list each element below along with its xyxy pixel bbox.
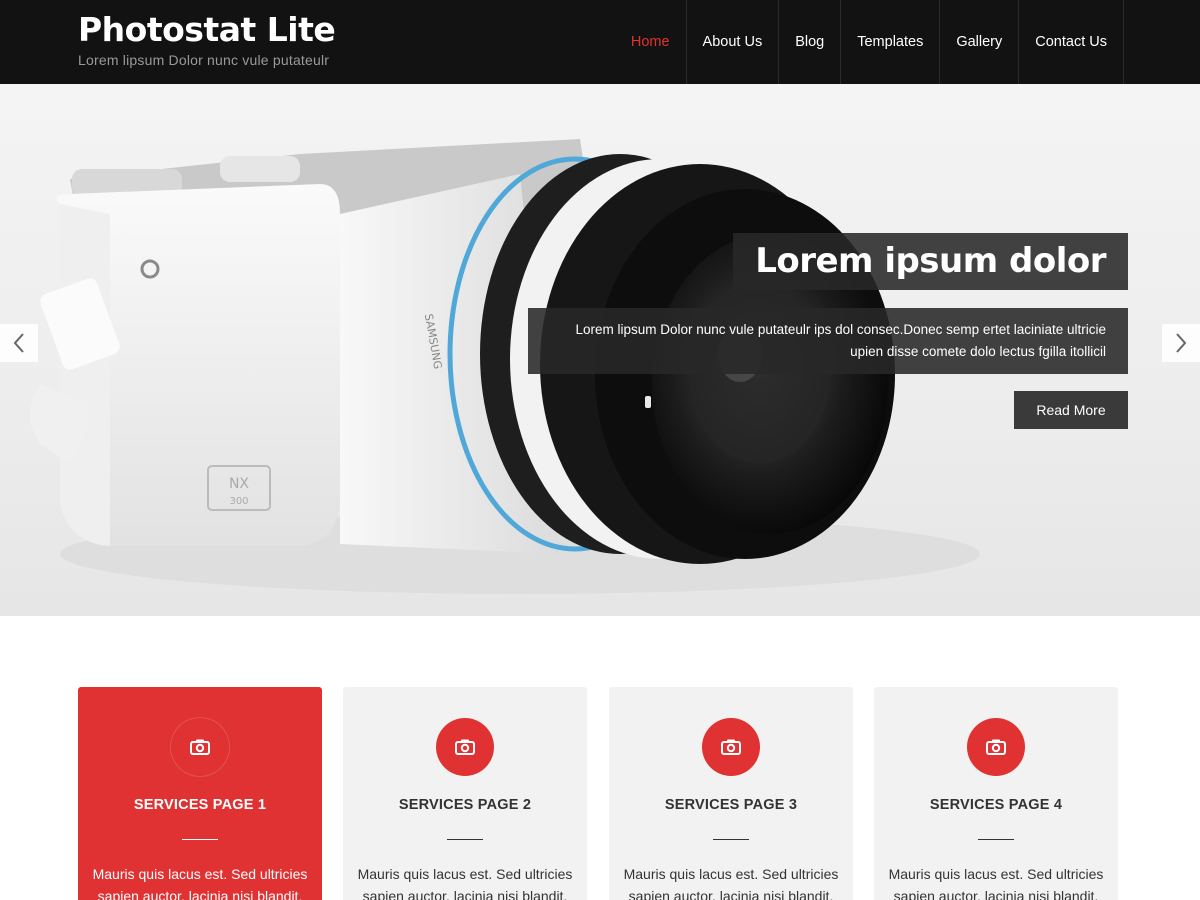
- camera-icon: [967, 718, 1025, 776]
- site-title[interactable]: Photostat Lite: [78, 10, 336, 50]
- nav-item-templates[interactable]: Templates: [841, 0, 941, 84]
- service-card-text: Mauris quis lacus est. Sed ultricies sap…: [888, 866, 1104, 900]
- camera-icon: [436, 718, 494, 776]
- site-header: Photostat Lite Lorem lipsum Dolor nunc v…: [0, 0, 1200, 84]
- slide-title: Lorem ipsum dolor: [733, 233, 1128, 290]
- service-card-4[interactable]: SERVICES PAGE 4 Mauris quis lacus est. S…: [874, 687, 1118, 900]
- main-nav: Home About Us Blog Templates Gallery Con…: [615, 0, 1124, 84]
- slider-prev-button[interactable]: [0, 324, 38, 362]
- chevron-left-icon: [13, 333, 24, 353]
- service-card-text: Mauris quis lacus est. Sed ultricies sap…: [92, 866, 308, 900]
- service-card-title[interactable]: SERVICES PAGE 2: [343, 797, 587, 813]
- site-tagline: Lorem lipsum Dolor nunc vule putateulr: [78, 52, 330, 68]
- slide-description: Lorem lipsum Dolor nunc vule putateulr i…: [528, 308, 1128, 374]
- nav-item-about-us[interactable]: About Us: [687, 0, 780, 84]
- camera-icon: [702, 718, 760, 776]
- read-more-button[interactable]: Read More: [1014, 391, 1128, 429]
- camera-model-number-text: 300: [229, 496, 248, 507]
- nav-item-contact-us[interactable]: Contact Us: [1019, 0, 1124, 84]
- slider-next-button[interactable]: [1162, 324, 1200, 362]
- camera-model-text: NX: [229, 476, 249, 492]
- nav-item-blog[interactable]: Blog: [779, 0, 842, 84]
- service-card-2[interactable]: SERVICES PAGE 2 Mauris quis lacus est. S…: [343, 687, 587, 900]
- brand: Photostat Lite Lorem lipsum Dolor nunc v…: [78, 10, 336, 68]
- service-card-text: Mauris quis lacus est. Sed ultricies sap…: [623, 866, 839, 900]
- service-card-divider: [182, 839, 218, 840]
- service-card-title[interactable]: SERVICES PAGE 3: [609, 797, 853, 813]
- service-card-divider: [447, 839, 483, 840]
- service-card-text: Mauris quis lacus est. Sed ultricies sap…: [357, 866, 573, 900]
- service-card-divider: [713, 839, 749, 840]
- nav-item-gallery[interactable]: Gallery: [940, 0, 1020, 84]
- services-section: SERVICES PAGE 1 Mauris quis lacus est. S…: [78, 687, 1120, 900]
- hero-slider: NX 300 SAMSUNG Lorem ipsum dolor Lorem l…: [0, 84, 1200, 616]
- nav-item-home[interactable]: Home: [615, 0, 687, 84]
- service-card-divider: [978, 839, 1014, 840]
- service-card-title[interactable]: SERVICES PAGE 4: [874, 797, 1118, 813]
- chevron-right-icon: [1176, 333, 1187, 353]
- service-card-title[interactable]: SERVICES PAGE 1: [78, 797, 322, 813]
- service-card-3[interactable]: SERVICES PAGE 3 Mauris quis lacus est. S…: [609, 687, 853, 900]
- camera-icon: [171, 718, 229, 776]
- service-card-1[interactable]: SERVICES PAGE 1 Mauris quis lacus est. S…: [78, 687, 322, 900]
